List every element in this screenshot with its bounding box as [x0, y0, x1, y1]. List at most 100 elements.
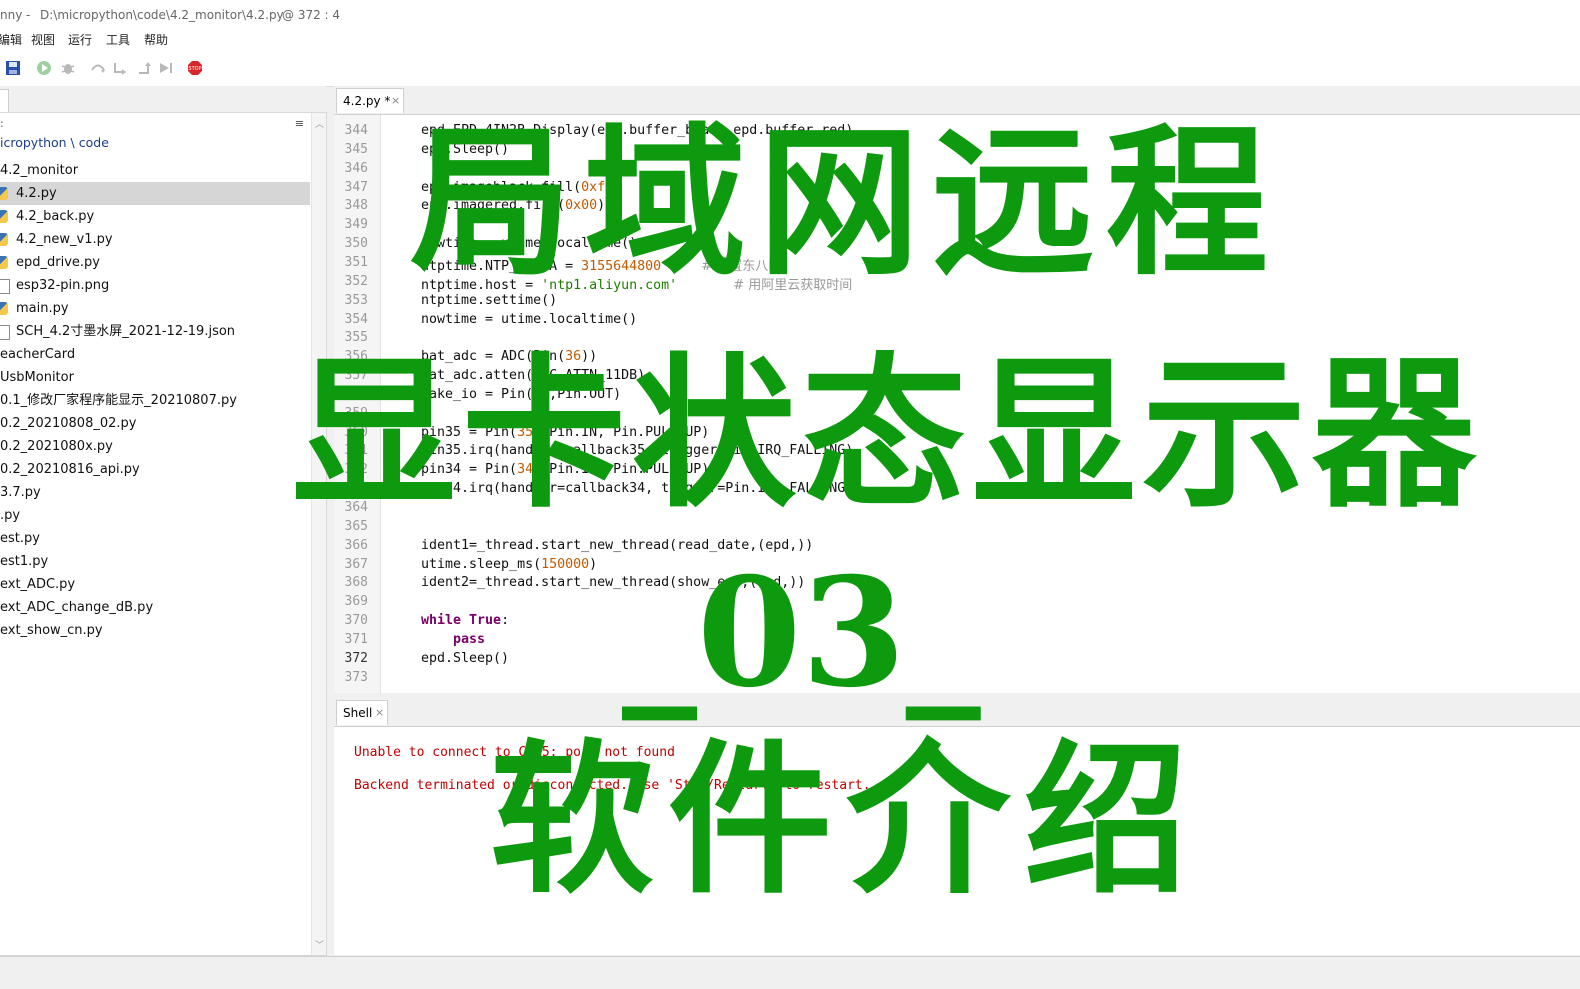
line-number: 371 — [344, 631, 368, 647]
current-path[interactable]: icropython \ code — [0, 135, 109, 150]
scroll-up-icon[interactable]: ︿ — [315, 117, 324, 130]
file-name: 4.2_back.py — [16, 209, 95, 224]
code-token: ) — [589, 556, 598, 572]
line-number: 347 — [344, 179, 368, 195]
save-icon[interactable] — [5, 60, 21, 76]
line-number: 352 — [344, 273, 368, 289]
file-name: est1.py — [0, 554, 49, 569]
svg-text:STOP: STOP — [188, 66, 201, 72]
file-icon — [0, 279, 10, 294]
menu-run[interactable]: 运行 — [68, 30, 92, 50]
tab-shell[interactable]: Shell × — [336, 700, 388, 725]
line-number: 372 — [344, 650, 368, 666]
file-list-item[interactable]: 3.7.py — [0, 481, 310, 504]
code-token: while True — [421, 613, 502, 629]
line-number: 366 — [344, 537, 368, 553]
line-number: 353 — [344, 292, 368, 308]
file-list-item[interactable]: 0.2_2021080x.py — [0, 435, 310, 458]
file-list-item[interactable]: esp32-pin.png — [0, 274, 310, 297]
file-name: 3.7.py — [0, 485, 41, 500]
debug-icon[interactable] — [60, 60, 76, 76]
file-list: 4.2_monitor 4.2.py 4.2_back.py 4.2_new_v1.p… — [0, 159, 310, 642]
files-pane: : icropython \ code ≡ 4.2_monitor 4.2.py 4… — [0, 86, 327, 966]
file-list-item[interactable]: est.py — [0, 527, 310, 550]
code-token: epd.Sleep() — [421, 650, 510, 666]
code-token: pass — [453, 631, 486, 647]
step-over-icon[interactable] — [90, 60, 106, 76]
toolbar: STOP — [0, 52, 1580, 87]
files-menu-icon[interactable]: ≡ — [295, 117, 304, 130]
python-file-icon — [0, 233, 8, 246]
run-icon[interactable] — [36, 60, 52, 76]
file-name: ext_show_cn.py — [0, 623, 103, 638]
file-name: esp32-pin.png — [16, 278, 110, 293]
stop-icon[interactable]: STOP — [187, 60, 203, 76]
close-icon[interactable]: × — [391, 89, 400, 113]
menu-help[interactable]: 帮助 — [144, 30, 168, 50]
editor-tab-label: 4.2.py * — [343, 94, 391, 108]
line-number: 345 — [344, 141, 368, 157]
close-icon[interactable]: × — [375, 701, 384, 725]
file-list-item[interactable]: epd_drive.py — [0, 251, 310, 274]
tab-4-2-py[interactable]: 4.2.py * × — [336, 88, 404, 113]
python-file-icon — [0, 187, 8, 200]
document-icon — [0, 325, 10, 340]
file-list-item[interactable]: 4.2.py — [0, 182, 310, 205]
python-file-icon — [0, 210, 8, 223]
file-list-item[interactable]: est1.py — [0, 550, 310, 573]
file-list-item[interactable]: UsbMonitor — [0, 366, 310, 389]
file-list-item[interactable]: 4.2_new_v1.py — [0, 228, 310, 251]
file-browser: : icropython \ code ≡ 4.2_monitor 4.2.py 4… — [0, 112, 327, 956]
step-out-icon[interactable] — [136, 60, 152, 76]
line-number: 350 — [344, 236, 368, 252]
code-line: utime.sleep_ms(150000) — [421, 557, 597, 572]
file-list-item[interactable]: ext_ADC.py — [0, 573, 310, 596]
code-token: 150000 — [541, 556, 590, 572]
code-token: : — [501, 613, 510, 629]
file-name: 0.1_修改厂家程序能显示_20210807.py — [0, 393, 237, 408]
line-number: 367 — [344, 556, 368, 572]
window-title-position: @ 372 : 4 — [282, 8, 341, 22]
files-scrollbar[interactable]: ︿ ﹀ — [311, 113, 326, 955]
overlay-title-line4: 软件介绍 — [490, 723, 1203, 916]
line-number: 373 — [344, 669, 368, 685]
file-name: 0.2_2021080x.py — [0, 439, 113, 454]
files-tab[interactable] — [0, 89, 9, 113]
menu-edit[interactable]: 编辑 — [0, 30, 22, 50]
resume-icon[interactable] — [158, 60, 174, 76]
file-name: epd_drive.py — [16, 255, 100, 270]
file-list-item[interactable]: 0.2_20210808_02.py — [0, 412, 310, 435]
code-token: utime.sleep_ms( — [421, 556, 542, 572]
file-name: est.py — [0, 531, 40, 546]
file-list-item[interactable]: ext_show_cn.py — [0, 619, 310, 642]
window-title-app: nny — [0, 8, 23, 22]
line-number: 368 — [344, 575, 368, 591]
menu-view[interactable]: 视图 — [31, 30, 55, 50]
step-into-icon[interactable] — [112, 60, 128, 76]
menu-tools[interactable]: 工具 — [106, 30, 130, 50]
file-name: 4.2_new_v1.py — [16, 232, 113, 247]
python-file-icon — [0, 256, 8, 269]
file-list-item[interactable]: eacherCard — [0, 343, 310, 366]
file-list-item[interactable]: ext_ADC_change_dB.py — [0, 596, 310, 619]
file-name: main.py — [16, 301, 69, 316]
file-list-item[interactable]: 0.1_修改厂家程序能显示_20210807.py — [0, 389, 310, 412]
file-list-item[interactable]: .py — [0, 504, 310, 527]
line-number: 354 — [344, 311, 368, 327]
code-line: epd.Sleep() — [421, 651, 509, 666]
python-file-icon — [0, 302, 8, 315]
line-number: 369 — [344, 594, 368, 610]
file-name: eacherCard — [0, 347, 76, 362]
file-list-item[interactable]: 4.2_monitor — [0, 159, 310, 182]
overlay-title-line3: _03_ — [622, 545, 981, 721]
window-title-path: D:\micropython\code\4.2_monitor\4.2.py — [40, 8, 284, 22]
scroll-down-icon[interactable]: ﹀ — [315, 938, 324, 951]
file-list-item[interactable]: main.py — [0, 297, 310, 320]
code-line: pass — [421, 632, 485, 647]
file-list-item[interactable]: 0.2_20210816_api.py — [0, 458, 310, 481]
file-list-item[interactable]: SCH_4.2寸墨水屏_2021-12-19.json — [0, 320, 310, 343]
code-token: nowtime = utime.localtime() — [421, 311, 638, 327]
file-list-item[interactable]: 4.2_back.py — [0, 205, 310, 228]
line-number: 348 — [344, 198, 368, 214]
